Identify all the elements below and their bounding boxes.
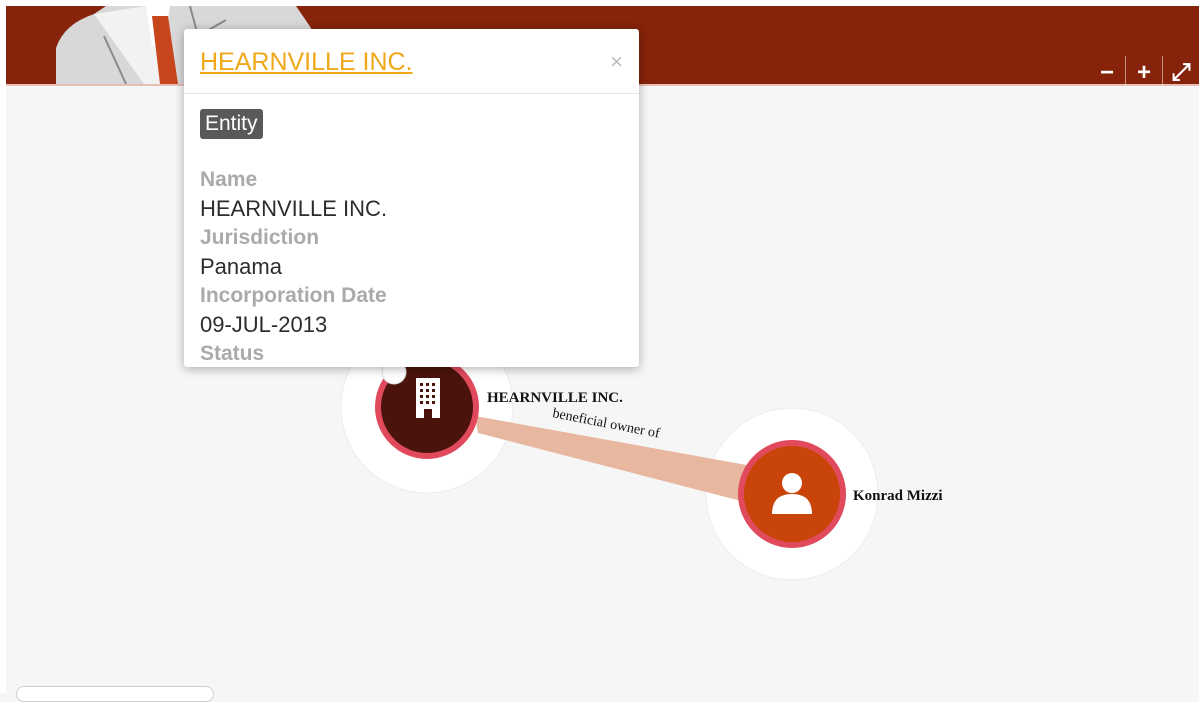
popover-body: Entity Name HEARNVILLE INC. Jurisdiction… [184,94,639,367]
officer-node[interactable] [738,440,846,548]
popover-header: HEARNVILLE INC. × [184,29,639,94]
field-value-jurisdiction: Panama [200,254,282,279]
building-icon [416,378,440,418]
entity-node[interactable] [375,355,479,459]
field-label-status: Status [200,342,265,365]
field-label-jurisdiction: Jurisdiction [200,226,320,249]
close-icon[interactable]: × [610,49,623,75]
field-label-name: Name [200,168,258,191]
entity-node-label: HEARNVILLE INC. [487,390,623,406]
entity-popover: HEARNVILLE INC. × Entity Name HEARNVILLE… [184,29,639,367]
field-value-incorporation-date: 09-JUL-2013 [200,312,328,337]
bottom-panel[interactable] [16,686,214,702]
officer-node-label: Konrad Mizzi [853,488,943,504]
entity-type-badge: Entity [200,109,263,139]
field-label-incorporation-date: Incorporation Date [200,284,387,307]
field-value-name: HEARNVILLE INC. [200,196,388,221]
popover-title-link[interactable]: HEARNVILLE INC. [200,48,413,77]
